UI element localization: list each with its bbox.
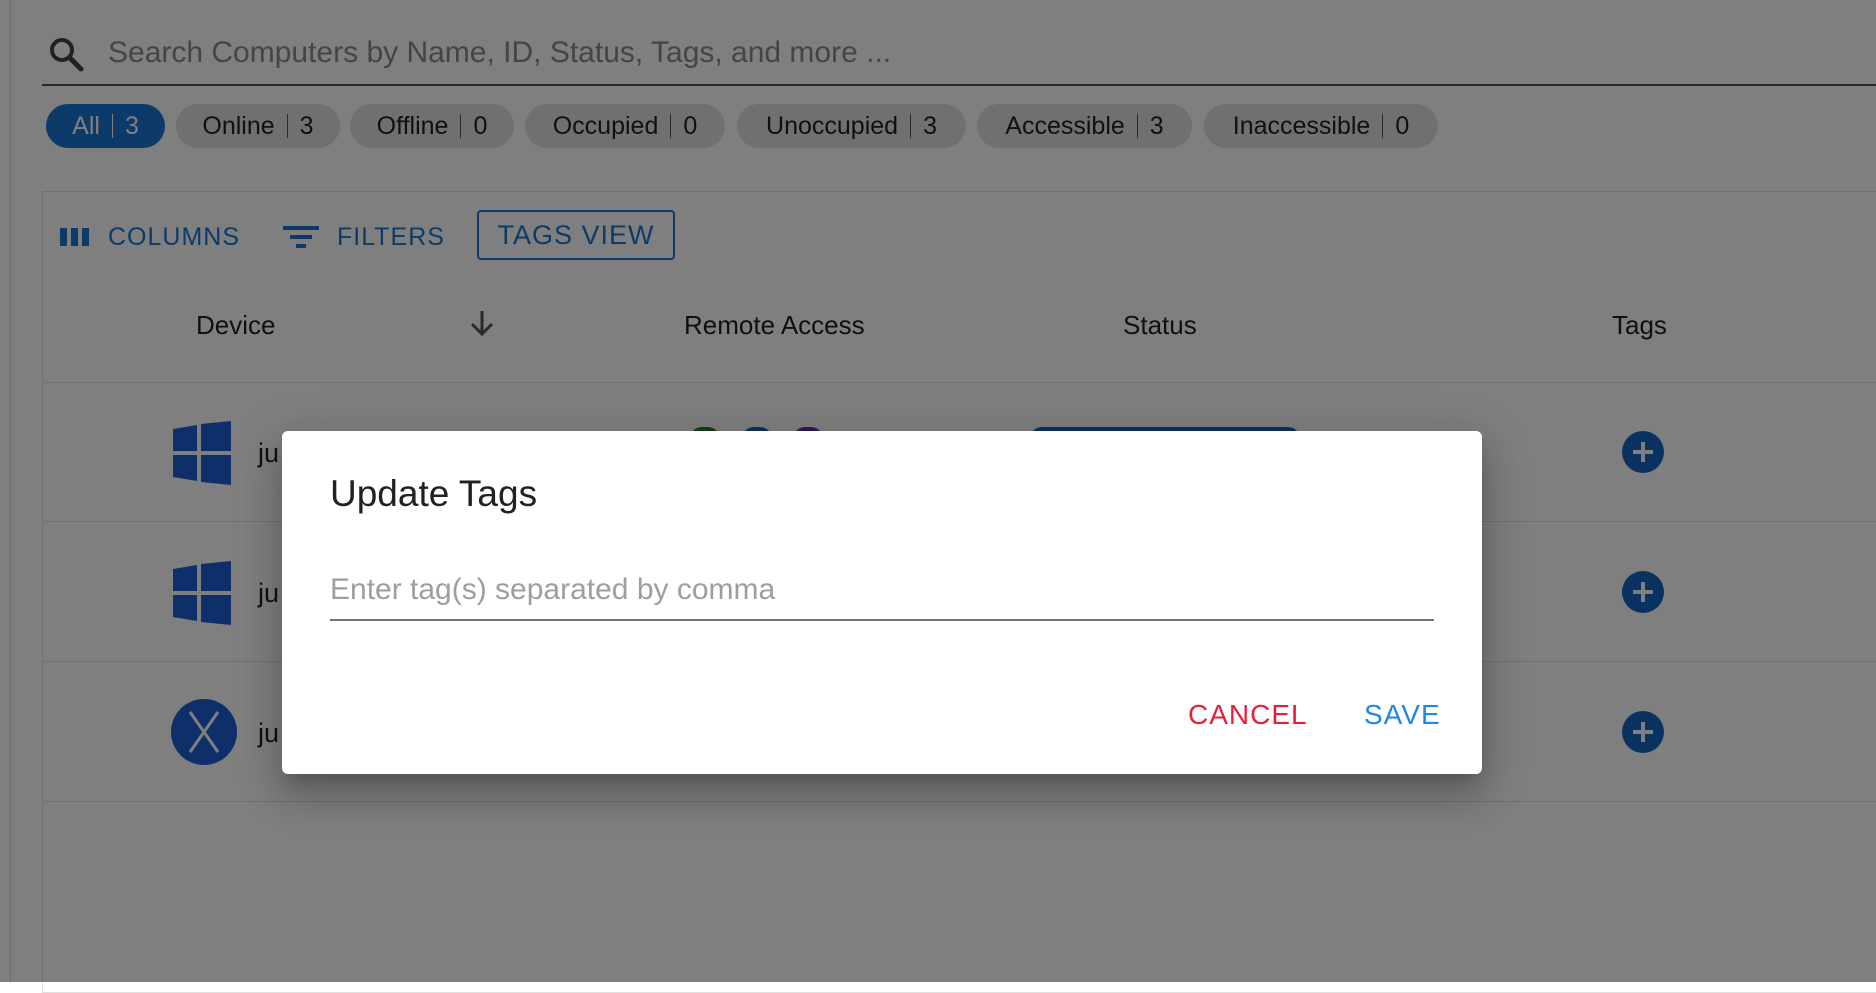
cancel-button[interactable]: CANCEL	[1188, 699, 1308, 731]
save-button[interactable]: SAVE	[1364, 699, 1441, 731]
dialog-title: Update Tags	[330, 473, 538, 514]
tags-input[interactable]	[330, 561, 1434, 619]
computers-page: All3 Online3 Offline0 Occupied0 Unoccupi…	[0, 0, 1876, 993]
tag-field	[330, 561, 1434, 621]
update-tags-dialog: Update Tags CANCEL SAVE	[282, 431, 1482, 774]
